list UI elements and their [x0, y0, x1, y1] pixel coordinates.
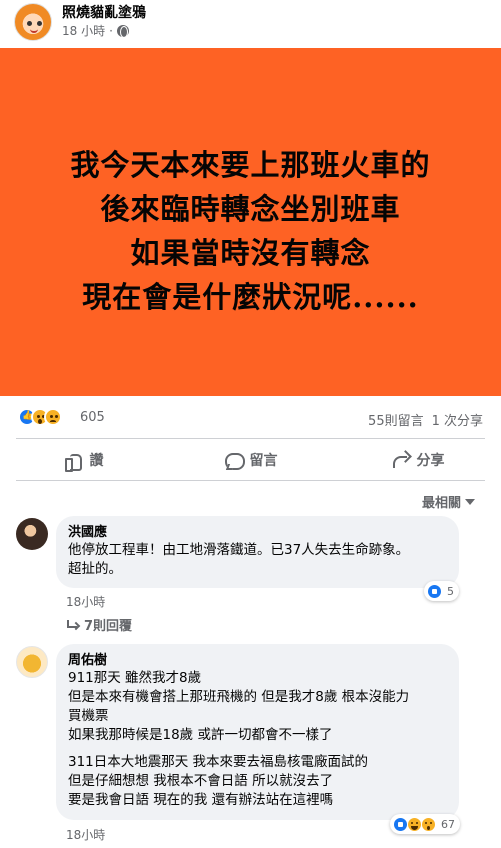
comment-text: 但是仔細想想 我根本不會日語 所以就沒去了 [68, 773, 334, 789]
commenter-name[interactable]: 周佑樹 [68, 652, 447, 669]
wow-icon [421, 816, 436, 832]
comment-text: 911那天 雖然我才8歲 [68, 670, 202, 686]
comment-reaction-count: 5 [447, 584, 454, 598]
divider [16, 480, 485, 481]
comment-time[interactable]: 18小時 [66, 593, 105, 610]
sort-label: 最相關 [421, 496, 461, 511]
comment-count[interactable]: 55則留言 [368, 414, 424, 429]
comment-reactions[interactable]: 5 [424, 581, 459, 601]
share-icon [391, 451, 409, 469]
comment-text: 超扯的。 [68, 561, 122, 577]
comment-bubble: 周佑樹 911那天 雖然我才8歲 但是本來有機會搭上那班飛機的 但是我才8歲 根… [56, 644, 459, 820]
comment-label: 留言 [249, 453, 278, 469]
banner-line: 我今天本來要上那班火車的 [70, 148, 431, 182]
thumbs-up-icon [64, 451, 82, 472]
comment-icon [224, 451, 245, 470]
reaction-summary[interactable] [18, 408, 62, 426]
comment-text: 他停放工程車！由工地滑落鐵道。已37人失去生命跡象。 [68, 542, 410, 558]
globe-icon[interactable] [116, 24, 129, 38]
comment-text: 要是我會日語 現在的我 還有辦法站在這裡嗎 [68, 792, 334, 808]
commenter-name[interactable]: 洪國應 [68, 524, 447, 541]
comment-text: 買機票 [68, 708, 109, 724]
reaction-count[interactable]: 605 [80, 410, 105, 425]
sad-icon [44, 408, 62, 426]
like-icon [393, 816, 408, 832]
divider [16, 438, 485, 439]
engagement-counts: 55則留言 1 次分享 [360, 410, 483, 429]
commenter-avatar[interactable] [16, 518, 48, 550]
like-icon [427, 583, 442, 599]
share-count[interactable]: 1 次分享 [432, 414, 483, 429]
haha-icon [407, 816, 422, 832]
post-header: 照燒貓亂塗鴉 18 小時 · [0, 0, 501, 48]
post-meta: 18 小時 · [62, 22, 129, 39]
post-stats: 605 55則留言 1 次分享 [0, 400, 501, 436]
comment-time[interactable]: 18小時 [66, 826, 105, 843]
view-replies-link[interactable]: 7則回覆 [66, 615, 132, 634]
comment-text: 311日本大地震那天 我本來要去福島核電廠面試的 [68, 754, 369, 770]
comment-reaction-count: 67 [441, 817, 455, 831]
comment-sort-dropdown[interactable]: 最相關 [422, 492, 475, 511]
comment-text: 但是本來有機會搭上那班飛機的 但是我才8歲 根本沒能力 [68, 689, 410, 705]
share-label: 分享 [416, 453, 445, 469]
caret-down-icon [465, 498, 475, 505]
comment-reactions[interactable]: 67 [390, 814, 460, 834]
post-time[interactable]: 18 小時 [62, 22, 105, 39]
post-banner: 我今天本來要上那班火車的 後來臨時轉念坐別班車 如果當時沒有轉念 現在會是什麼狀… [0, 48, 501, 396]
banner-text: 我今天本來要上那班火車的 後來臨時轉念坐別班車 如果當時沒有轉念 現在會是什麼狀… [0, 143, 501, 319]
commenter-avatar[interactable] [16, 646, 48, 678]
meta-separator: · [109, 23, 113, 38]
like-label: 讚 [89, 453, 104, 469]
banner-line: 現在會是什麼狀況呢...... [82, 280, 419, 314]
author-avatar[interactable] [14, 3, 52, 41]
author-name[interactable]: 照燒貓亂塗鴉 [62, 2, 146, 22]
comment-bubble: 洪國應 他停放工程車！由工地滑落鐵道。已37人失去生命跡象。 超扯的。 [56, 516, 459, 588]
comment-text: 如果我那時候是18歲 或許一切都會不一樣了 [68, 727, 333, 743]
banner-line: 後來臨時轉念坐別班車 [100, 192, 401, 226]
banner-line: 如果當時沒有轉念 [130, 236, 371, 270]
action-bar: 讚 留言 分享 [0, 442, 501, 478]
reply-arrow-icon [66, 619, 78, 630]
share-button[interactable]: 分享 [334, 442, 501, 478]
replies-label: 7則回覆 [84, 619, 133, 634]
like-button[interactable]: 讚 [0, 442, 167, 478]
comment-button[interactable]: 留言 [167, 442, 334, 478]
